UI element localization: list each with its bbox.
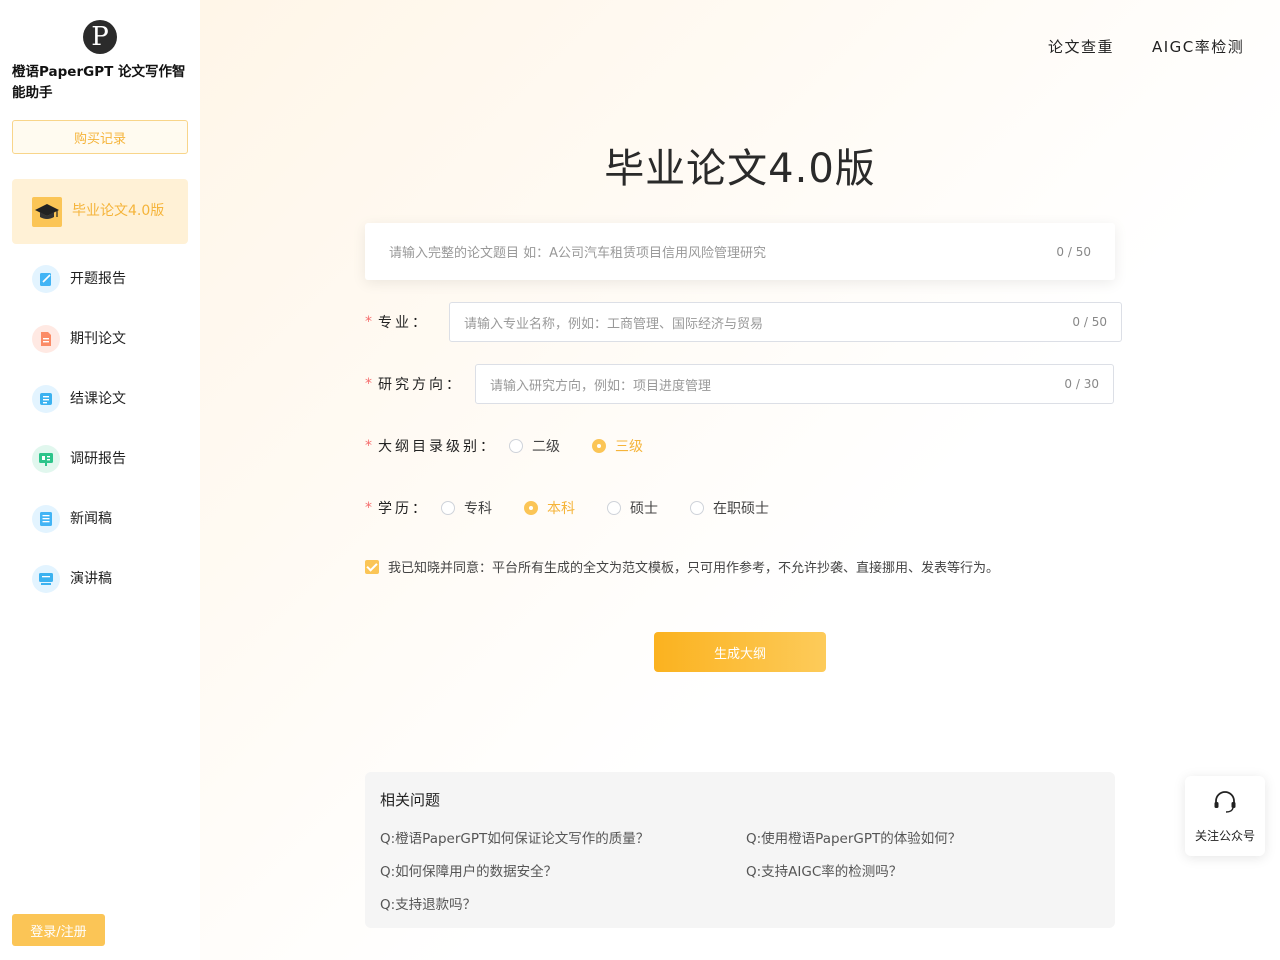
main-content: 论文查重 AIGC率检测 毕业论文4.0版 请输入完整的论文题目 如：A公司汽车… (200, 0, 1280, 960)
scroll-icon (32, 385, 60, 413)
direction-placeholder: 请输入研究方向，例如：项目进度管理 (490, 378, 712, 394)
radio-label: 本科 (547, 501, 575, 517)
agreement-text: 我已知晓并同意：平台所有生成的全文为范文模板，只可用作参考，不允许抄袭、直接挪用… (388, 561, 1000, 576)
outline-level-row: * 大纲目录级别： 二级 三级 (365, 436, 675, 456)
speech-icon (32, 565, 60, 593)
major-input[interactable]: 请输入专业名称，例如：工商管理、国际经济与贸易 0 / 50 (449, 302, 1122, 342)
faq-question[interactable]: Q:支持退款吗？ (380, 893, 476, 913)
sidebar-item-label: 毕业论文4.0版 (72, 203, 165, 219)
generate-outline-button[interactable]: 生成大纲 (654, 632, 826, 672)
sidebar-item-label: 期刊论文 (70, 330, 126, 347)
major-counter: 0 / 50 (1072, 315, 1107, 329)
follow-official-account-button[interactable]: 关注公众号 (1185, 776, 1265, 856)
radio-dot (524, 501, 538, 515)
sidebar-item-label: 新闻稿 (70, 510, 112, 527)
radio-dot (690, 501, 704, 515)
plagiarism-check-link[interactable]: 论文查重 (1048, 36, 1114, 57)
radio-dot (607, 501, 621, 515)
major-placeholder: 请输入专业名称，例如：工商管理、国际经济与贸易 (464, 316, 764, 332)
sidebar-item-label: 开题报告 (70, 270, 126, 287)
headset-icon (1212, 789, 1238, 819)
required-mark: * (365, 438, 372, 454)
radio-outline-level-2[interactable]: 二级 (509, 436, 560, 456)
sidebar-item-course-paper[interactable]: 结课论文 (12, 384, 188, 414)
sidebar-item-label: 演讲稿 (70, 570, 112, 587)
presentation-board-icon (32, 445, 60, 473)
radio-outline-level-3[interactable]: 三级 (592, 436, 643, 456)
radio-degree-master[interactable]: 硕士 (607, 498, 658, 518)
direction-row: * 研究方向： 请输入研究方向，例如：项目进度管理 0 / 30 (365, 364, 1114, 404)
degree-label: 学历： (378, 501, 429, 517)
thesis-title-placeholder: 请输入完整的论文题目 如：A公司汽车租赁项目信用风险管理研究 (389, 246, 767, 261)
purchase-records-button[interactable]: 购买记录 (12, 120, 188, 154)
major-row: * 专业： 请输入专业名称，例如：工商管理、国际经济与贸易 0 / 50 (365, 302, 1122, 342)
sidebar-item-journal[interactable]: 期刊论文 (12, 324, 188, 354)
radio-dot (441, 501, 455, 515)
faq-question[interactable]: Q:支持AIGC率的检测吗？ (746, 860, 902, 880)
page-title: 毕业论文4.0版 (604, 146, 876, 192)
degree-row: * 学历： 专科 本科 硕士 在职硕士 (365, 498, 801, 518)
faq-panel: 相关问题 Q:橙语PaperGPT如何保证论文写作的质量？ Q:使用橙语Pape… (365, 772, 1115, 928)
graduation-cap-icon (32, 196, 62, 227)
brand-name: 橙语PaperGPT 论文写作智能助手 (12, 64, 186, 101)
faq-question[interactable]: Q:橙语PaperGPT如何保证论文写作的质量？ (380, 827, 649, 847)
sidebar-item-label: 结课论文 (70, 390, 126, 407)
radio-label: 二级 (532, 439, 560, 455)
required-mark: * (365, 314, 372, 330)
radio-label: 三级 (615, 439, 643, 455)
faq-title: 相关问题 (380, 791, 441, 809)
agreement-row: 我已知晓并同意：平台所有生成的全文为范文模板，只可用作参考，不允许抄袭、直接挪用… (365, 557, 999, 576)
required-mark: * (365, 500, 372, 516)
radio-label: 在职硕士 (713, 501, 769, 517)
document-icon (32, 325, 60, 353)
sidebar-item-graduation-thesis[interactable]: 毕业论文4.0版 (12, 179, 188, 244)
radio-degree-junior-college[interactable]: 专科 (441, 498, 492, 518)
login-register-button[interactable]: 登录/注册 (12, 914, 105, 946)
outline-level-label: 大纲目录级别： (378, 439, 497, 455)
research-direction-input[interactable]: 请输入研究方向，例如：项目进度管理 0 / 30 (475, 364, 1114, 404)
thesis-title-input[interactable]: 请输入完整的论文题目 如：A公司汽车租赁项目信用风险管理研究 0 / 50 (365, 223, 1115, 280)
sidebar-item-proposal[interactable]: 开题报告 (12, 264, 188, 294)
news-icon (32, 505, 60, 533)
radio-dot (592, 439, 606, 453)
direction-counter: 0 / 30 (1064, 377, 1099, 391)
faq-question[interactable]: Q:如何保障用户的数据安全？ (380, 860, 557, 880)
radio-degree-bachelor[interactable]: 本科 (524, 498, 575, 518)
faq-question[interactable]: Q:使用橙语PaperGPT的体验如何？ (746, 827, 961, 847)
follow-label: 关注公众号 (1194, 828, 1255, 843)
sidebar: P 橙语PaperGPT 论文写作智能助手 购买记录 毕业论文4.0版 开题报告… (0, 0, 200, 960)
direction-label: 研究方向： (378, 377, 463, 393)
edit-note-icon (32, 265, 60, 293)
radio-label: 专科 (464, 501, 492, 517)
major-label: 专业： (378, 315, 429, 331)
logo-icon[interactable]: P (83, 20, 117, 54)
radio-degree-inservice-master[interactable]: 在职硕士 (690, 498, 769, 518)
agreement-checkbox[interactable] (365, 559, 379, 574)
sidebar-item-research-report[interactable]: 调研报告 (12, 444, 188, 474)
aigc-detection-link[interactable]: AIGC率检测 (1152, 36, 1244, 57)
sidebar-item-speech[interactable]: 演讲稿 (12, 564, 188, 594)
required-mark: * (365, 376, 372, 392)
sidebar-item-label: 调研报告 (70, 450, 126, 467)
sidebar-item-press-release[interactable]: 新闻稿 (12, 504, 188, 534)
thesis-title-counter: 0 / 50 (1056, 244, 1091, 259)
radio-label: 硕士 (630, 501, 658, 517)
radio-dot (509, 439, 523, 453)
